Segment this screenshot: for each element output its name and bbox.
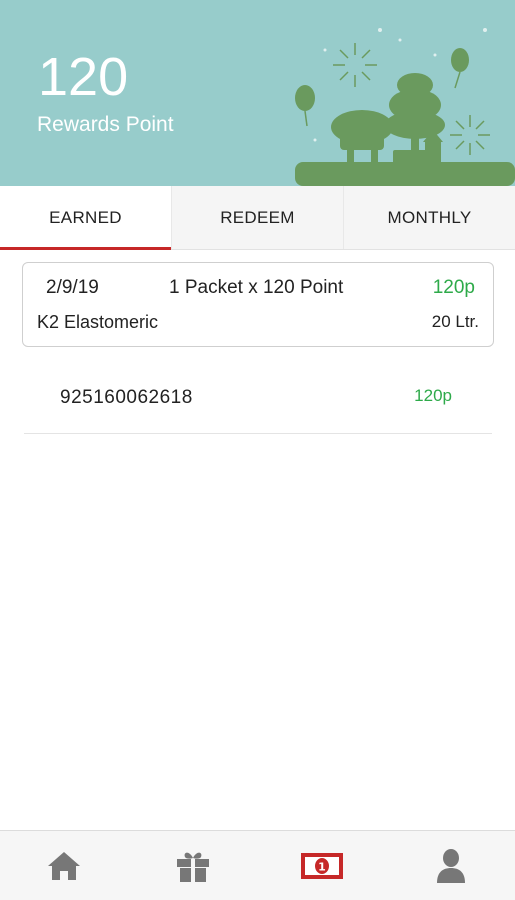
- transaction-points: 120p: [432, 277, 475, 298]
- nav-rewards[interactable]: 1: [258, 831, 387, 900]
- svg-text:1: 1: [318, 860, 326, 873]
- transaction-date: 2/9/19: [46, 277, 99, 298]
- transaction-card[interactable]: 2/9/19 1 Packet x 120 Point 120p K2 Elas…: [22, 262, 494, 347]
- transaction-volume: 20 Ltr.: [431, 312, 479, 331]
- nav-home[interactable]: [0, 831, 129, 900]
- code-points: 120p: [414, 386, 452, 405]
- transaction-quantity: 1 Packet x 120 Point: [169, 277, 344, 298]
- nav-gifts[interactable]: [129, 831, 258, 900]
- nav-profile[interactable]: [386, 831, 515, 900]
- celebration-illustration: [295, 28, 515, 186]
- rewards-points-label: Rewards Point: [37, 113, 174, 136]
- code-list-item[interactable]: 925160062618 120p: [24, 370, 492, 434]
- rewards-points-value: 120: [38, 47, 129, 107]
- bottom-navigation: 1: [0, 830, 515, 900]
- rewards-header: 120 Rewards Point: [0, 0, 515, 186]
- tab-earned[interactable]: EARNED: [0, 186, 171, 250]
- rewards-money-icon: 1: [300, 852, 343, 879]
- gift-icon: [177, 852, 210, 882]
- home-icon: [48, 851, 81, 880]
- profile-icon: [436, 848, 465, 883]
- transaction-product: K2 Elastomeric: [37, 312, 159, 332]
- tab-monthly[interactable]: MONTHLY: [343, 186, 515, 249]
- tab-redeem[interactable]: REDEEM: [171, 186, 343, 249]
- coupon-code: 925160062618: [60, 387, 193, 408]
- points-tabs: EARNED REDEEM MONTHLY: [0, 186, 515, 250]
